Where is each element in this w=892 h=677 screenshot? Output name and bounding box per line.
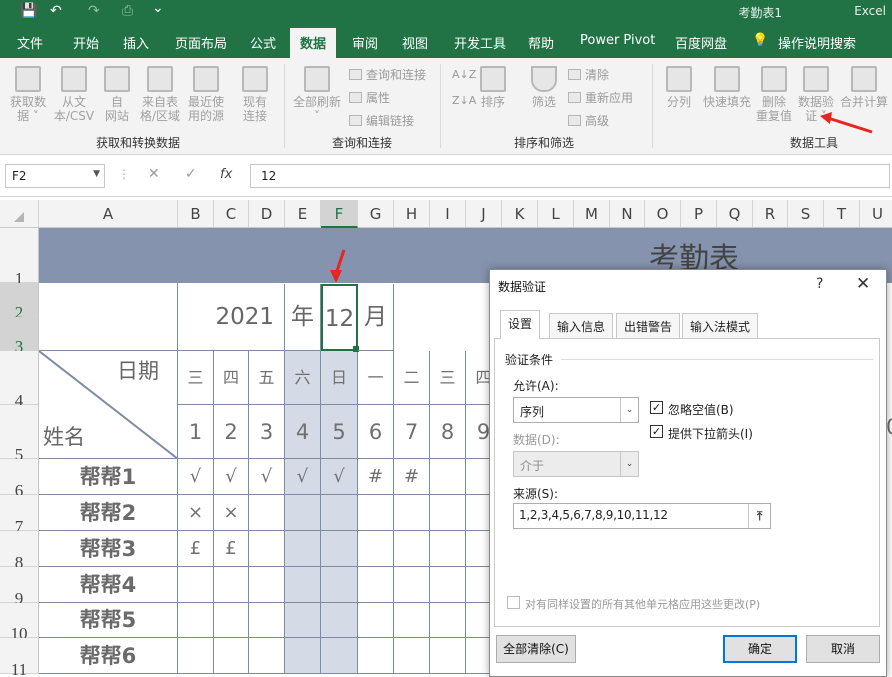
help-icon[interactable]: ? — [816, 276, 823, 292]
arrow-head — [330, 270, 342, 283]
chevron-down-icon: ⌄ — [620, 452, 638, 476]
data-validation-dialog: 数据验证 ? ✕ 设置 输入信息 出错警告 输入法模式 验证条件 允许(A): … — [489, 269, 887, 677]
apply-to-all-checkbox — [507, 596, 520, 609]
clear-all-button[interactable]: 全部清除(C) — [496, 635, 576, 663]
source-label: 来源(S): — [513, 487, 559, 501]
tab-error-alert[interactable]: 出错警告 — [616, 313, 681, 338]
chevron-down-icon[interactable]: ⌄ — [620, 398, 638, 422]
arrow-head — [820, 112, 832, 124]
arrow-to-data-validation — [827, 116, 873, 134]
data-select: 介于 ⌄ — [513, 451, 639, 477]
allow-select[interactable]: 序列 ⌄ — [513, 397, 639, 423]
allow-label: 允许(A): — [513, 379, 559, 393]
close-icon[interactable]: ✕ — [856, 274, 870, 294]
ignore-blank-label: 忽略空值(B) — [668, 403, 734, 417]
in-cell-dropdown-checkbox[interactable]: ✓ — [650, 425, 663, 438]
dialog-title: 数据验证 — [498, 280, 547, 294]
settings-panel: 验证条件 允许(A): 序列 ⌄ ✓ 忽略空值(B) ✓ 提供下拉箭头(I) 数据… — [494, 338, 880, 627]
section-divider — [561, 359, 873, 360]
in-cell-dropdown-label: 提供下拉箭头(I) — [668, 427, 753, 441]
apply-to-all-label: 对有同样设置的所有其他单元格应用这些更改(P) — [525, 598, 761, 611]
cancel-button[interactable]: 取消 — [806, 635, 880, 663]
ok-button[interactable]: 确定 — [723, 635, 797, 663]
tab-ime-mode[interactable]: 输入法模式 — [682, 313, 759, 338]
ignore-blank-checkbox[interactable]: ✓ — [650, 401, 663, 414]
tab-input-message[interactable]: 输入信息 — [549, 313, 614, 338]
collapse-dialog-icon[interactable]: ⤒ — [748, 504, 770, 528]
tab-settings[interactable]: 设置 — [500, 310, 541, 339]
data-label: 数据(D): — [513, 433, 560, 447]
source-input[interactable]: 1,2,3,4,5,6,7,8,9,10,11,12 ⤒ — [513, 503, 771, 529]
section-label: 验证条件 — [505, 353, 554, 367]
